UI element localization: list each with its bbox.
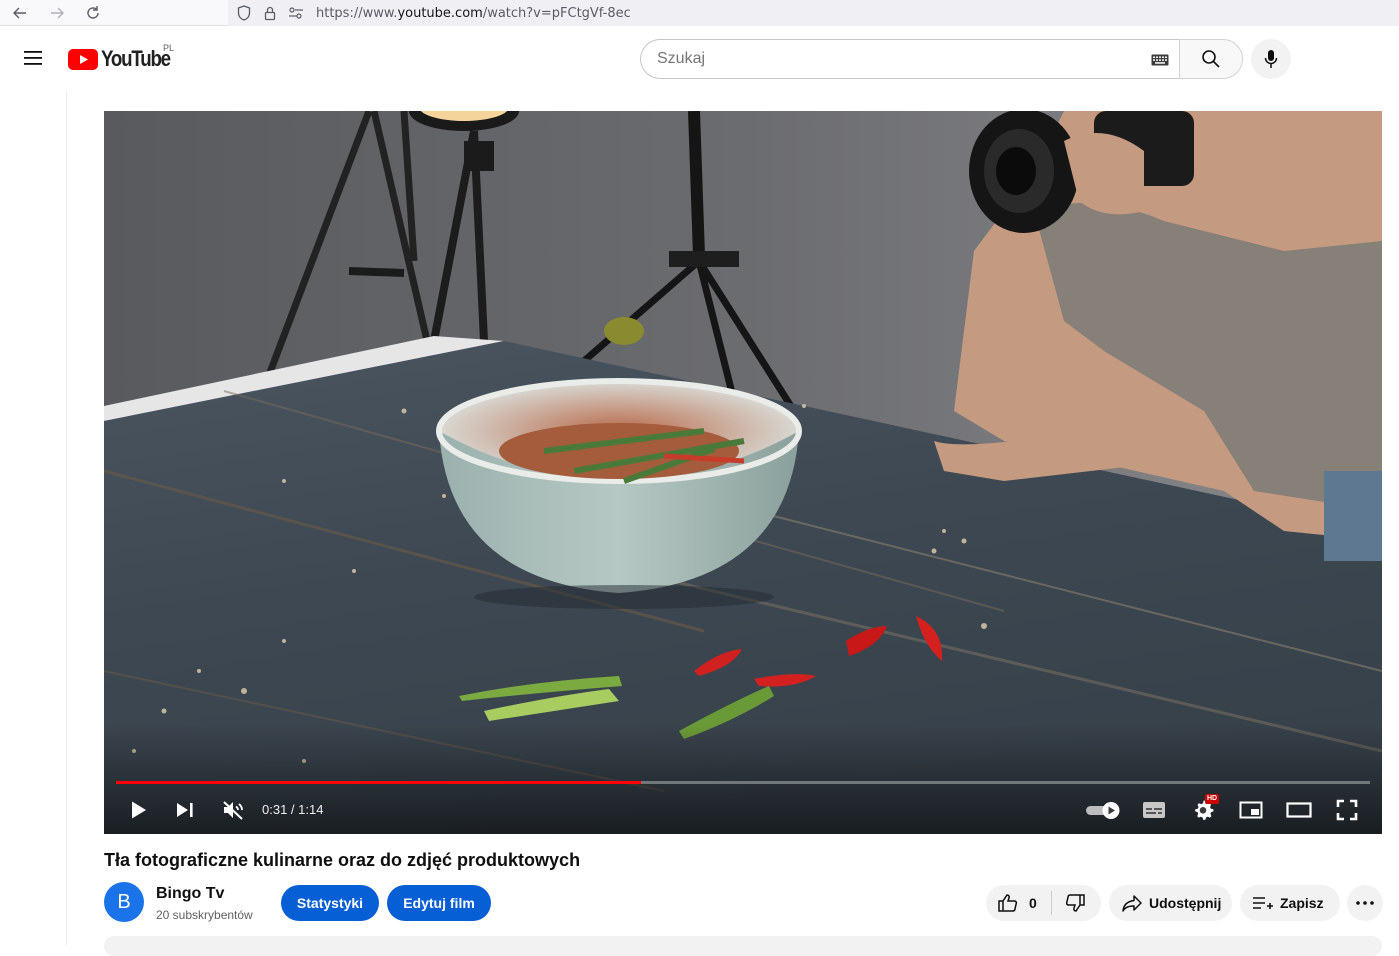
- subtitles-button[interactable]: [1140, 795, 1168, 825]
- hd-badge: HD: [1205, 794, 1220, 804]
- hamburger-icon: [24, 51, 42, 65]
- video-title: Tła fotograficzne kulinarne oraz do zdję…: [104, 850, 581, 870]
- search-icon: [1202, 50, 1220, 68]
- voice-search-button[interactable]: [1251, 39, 1291, 79]
- guide-menu-button[interactable]: [17, 42, 49, 74]
- back-button[interactable]: [9, 2, 31, 24]
- thumbs-up-icon: [998, 894, 1018, 912]
- play-button[interactable]: [126, 795, 152, 825]
- add-to-playlist-icon: [1253, 897, 1273, 909]
- youtube-masthead: YouTube PL: [0, 27, 1399, 91]
- like-divider: [1050, 891, 1052, 915]
- theater-mode-icon: [1286, 802, 1312, 818]
- permissions-icon[interactable]: [286, 3, 306, 23]
- guide-edge: [66, 91, 67, 946]
- like-dislike-group: 0: [986, 885, 1101, 921]
- more-actions-button[interactable]: [1347, 885, 1383, 921]
- autoplay-toggle[interactable]: [1085, 795, 1121, 825]
- search-input[interactable]: [657, 50, 1127, 68]
- miniplayer-button[interactable]: [1236, 795, 1266, 825]
- mute-button[interactable]: [218, 795, 248, 825]
- time-display: 0:31 / 1:14: [262, 802, 324, 817]
- arrow-left-icon: [13, 7, 26, 19]
- save-label: Zapisz: [1280, 895, 1324, 911]
- subscriber-count: 20 subskrybentów: [156, 908, 253, 922]
- fullscreen-icon: [1336, 799, 1358, 821]
- miniplayer-icon: [1239, 801, 1263, 819]
- fullscreen-button[interactable]: [1332, 795, 1362, 825]
- youtube-play-logo-icon: [68, 48, 98, 70]
- microphone-icon: [1264, 50, 1278, 68]
- subtitles-icon: [1143, 802, 1165, 818]
- progress-played: [116, 781, 642, 784]
- autoplay-toggle-icon: [1086, 802, 1120, 819]
- thumbs-down-icon: [1065, 894, 1085, 912]
- edit-video-button[interactable]: Edytuj film: [387, 885, 491, 921]
- country-code: PL: [163, 43, 175, 53]
- share-label: Udostępnij: [1149, 895, 1222, 911]
- play-icon: [132, 801, 146, 819]
- reload-icon: [87, 6, 99, 19]
- save-button[interactable]: Zapisz: [1240, 885, 1340, 921]
- channel-name[interactable]: Bingo Tv: [156, 885, 224, 903]
- logo-text: YouTube: [101, 46, 171, 71]
- shield-icon: [234, 3, 254, 23]
- search-button[interactable]: [1179, 39, 1243, 79]
- skip-next-icon: [177, 803, 193, 817]
- progress-bar[interactable]: [116, 781, 1370, 784]
- reload-button[interactable]: [82, 2, 104, 24]
- like-button[interactable]: 0: [986, 893, 1037, 913]
- share-button[interactable]: Udostępnij: [1109, 885, 1232, 921]
- next-button[interactable]: [172, 795, 198, 825]
- dislike-button[interactable]: [1060, 893, 1086, 913]
- settings-button[interactable]: HD: [1188, 794, 1220, 825]
- url-bar[interactable]: https://www.youtube.com/watch?v=pFCtgVf-…: [228, 0, 1399, 26]
- youtube-logo[interactable]: YouTube PL: [68, 43, 182, 71]
- keyboard-icon[interactable]: [1150, 50, 1170, 70]
- volume-muted-icon: [223, 801, 243, 820]
- arrow-right-icon: [51, 7, 64, 19]
- share-icon: [1122, 895, 1142, 912]
- description-box[interactable]: [104, 936, 1382, 956]
- lock-icon: [260, 3, 280, 23]
- statistics-button[interactable]: Statystyki: [281, 885, 379, 921]
- more-horizontal-icon: [1356, 901, 1374, 905]
- browser-toolbar: https://www.youtube.com/watch?v=pFCtgVf-…: [0, 0, 1399, 26]
- forward-button[interactable]: [46, 2, 68, 24]
- video-player[interactable]: 0:31 / 1:14 HD: [104, 111, 1382, 834]
- url-text: https://www.youtube.com/watch?v=pFCtgVf-…: [316, 5, 631, 21]
- channel-avatar[interactable]: B: [104, 882, 144, 922]
- like-count: 0: [1029, 895, 1037, 911]
- theater-mode-button[interactable]: [1284, 795, 1314, 825]
- search-box: [640, 39, 1180, 79]
